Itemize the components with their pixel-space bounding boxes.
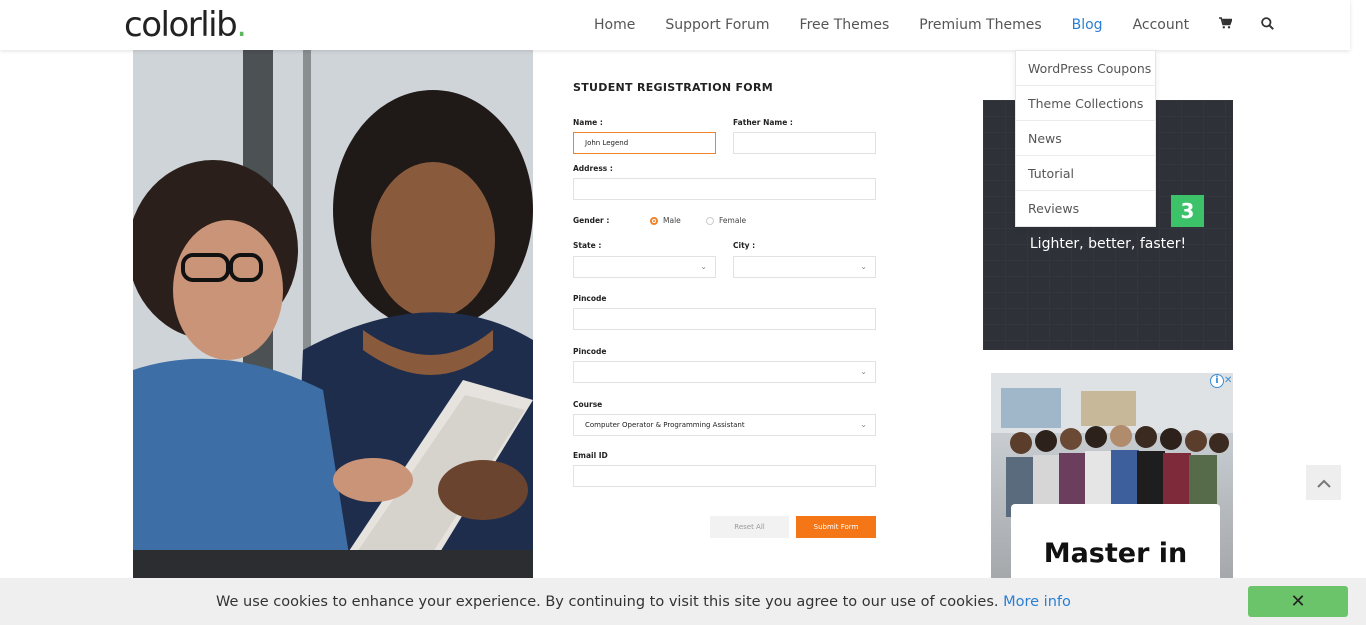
- site-logo[interactable]: colorlib.: [124, 5, 247, 45]
- gender-male-label: Male: [663, 216, 681, 225]
- cookie-bar: We use cookies to enhance your experienc…: [0, 578, 1366, 625]
- address-field[interactable]: [573, 178, 876, 200]
- nav-home[interactable]: Home: [594, 17, 635, 33]
- name-field[interactable]: John Legend: [573, 132, 716, 154]
- city-label: City :: [733, 241, 756, 250]
- menu-item-reviews[interactable]: Reviews: [1016, 191, 1155, 226]
- course-select[interactable]: Computer Operator & Programming Assistan…: [573, 414, 876, 436]
- name-label: Name :: [573, 118, 603, 127]
- chevron-down-icon: ⌄: [700, 262, 707, 271]
- chevron-down-icon: ⌄: [860, 367, 867, 376]
- gender-male-radio[interactable]: [650, 217, 658, 225]
- hero-photo: [133, 50, 533, 580]
- cookie-close-button[interactable]: ✕: [1248, 586, 1348, 617]
- main-nav: Home Support Forum Free Themes Premium T…: [594, 0, 1303, 50]
- gender-label: Gender :: [573, 216, 610, 225]
- nav-premium-themes[interactable]: Premium Themes: [919, 17, 1041, 33]
- nav-account[interactable]: Account: [1133, 17, 1190, 33]
- menu-item-wordpress-coupons[interactable]: WordPress Coupons: [1016, 51, 1155, 86]
- address-label: Address :: [573, 164, 613, 173]
- ad-tagline: Lighter, better, faster!: [1029, 236, 1187, 252]
- ad-close-icon[interactable]: ✕: [1224, 374, 1233, 388]
- version-badge: 3: [1171, 195, 1204, 227]
- gender-female-radio[interactable]: [706, 217, 714, 225]
- chevron-down-icon: ⌄: [860, 420, 867, 429]
- gender-female-label: Female: [719, 216, 747, 225]
- city-select[interactable]: ⌄: [733, 256, 876, 278]
- cookie-more-info-link[interactable]: More info: [1003, 594, 1071, 610]
- pincode2-label: Pincode: [573, 347, 607, 356]
- email-label: Email ID: [573, 451, 608, 460]
- nav-free-themes[interactable]: Free Themes: [800, 17, 890, 33]
- ad-card-title: Master in: [1043, 538, 1188, 569]
- father-name-field[interactable]: [733, 132, 876, 154]
- logo-dot: .: [236, 5, 247, 45]
- chevron-down-icon: ⌄: [860, 262, 867, 271]
- scroll-top-button[interactable]: [1306, 465, 1341, 500]
- cookie-text: We use cookies to enhance your experienc…: [216, 594, 999, 610]
- nav-blog[interactable]: Blog: [1072, 17, 1103, 33]
- blog-dropdown-menu: WordPress Coupons Theme Collections News…: [1015, 50, 1156, 227]
- pincode-field[interactable]: [573, 308, 876, 330]
- form-title: STUDENT REGISTRATION FORM: [573, 81, 773, 94]
- photo-illustration: [133, 50, 533, 580]
- menu-item-news[interactable]: News: [1016, 121, 1155, 156]
- chevron-up-icon: [1316, 479, 1331, 488]
- student-registration-form: STUDENT REGISTRATION FORM Name : John Le…: [533, 50, 913, 580]
- submit-button[interactable]: Submit Form: [796, 516, 876, 538]
- sidebar-ad-course[interactable]: i ✕ Master in: [991, 373, 1233, 583]
- reset-button[interactable]: Reset All: [710, 516, 789, 538]
- search-icon[interactable]: [1261, 16, 1275, 34]
- ad-info-icon[interactable]: i: [1210, 374, 1224, 388]
- menu-item-theme-collections[interactable]: Theme Collections: [1016, 86, 1155, 121]
- course-value: Computer Operator & Programming Assistan…: [585, 421, 745, 429]
- cookie-message: We use cookies to enhance your experienc…: [216, 594, 1071, 610]
- cart-icon[interactable]: [1219, 17, 1233, 33]
- pincode2-select[interactable]: ⌄: [573, 361, 876, 383]
- nav-support-forum[interactable]: Support Forum: [665, 17, 769, 33]
- email-field[interactable]: [573, 465, 876, 487]
- logo-text: colorlib: [124, 5, 238, 45]
- state-select[interactable]: ⌄: [573, 256, 716, 278]
- course-label: Course: [573, 400, 603, 409]
- menu-item-tutorial[interactable]: Tutorial: [1016, 156, 1155, 191]
- site-header: colorlib. Home Support Forum Free Themes…: [0, 0, 1350, 50]
- ad-card: Master in: [1011, 504, 1220, 583]
- pincode-label: Pincode: [573, 294, 607, 303]
- state-label: State :: [573, 241, 602, 250]
- father-name-label: Father Name :: [733, 118, 793, 127]
